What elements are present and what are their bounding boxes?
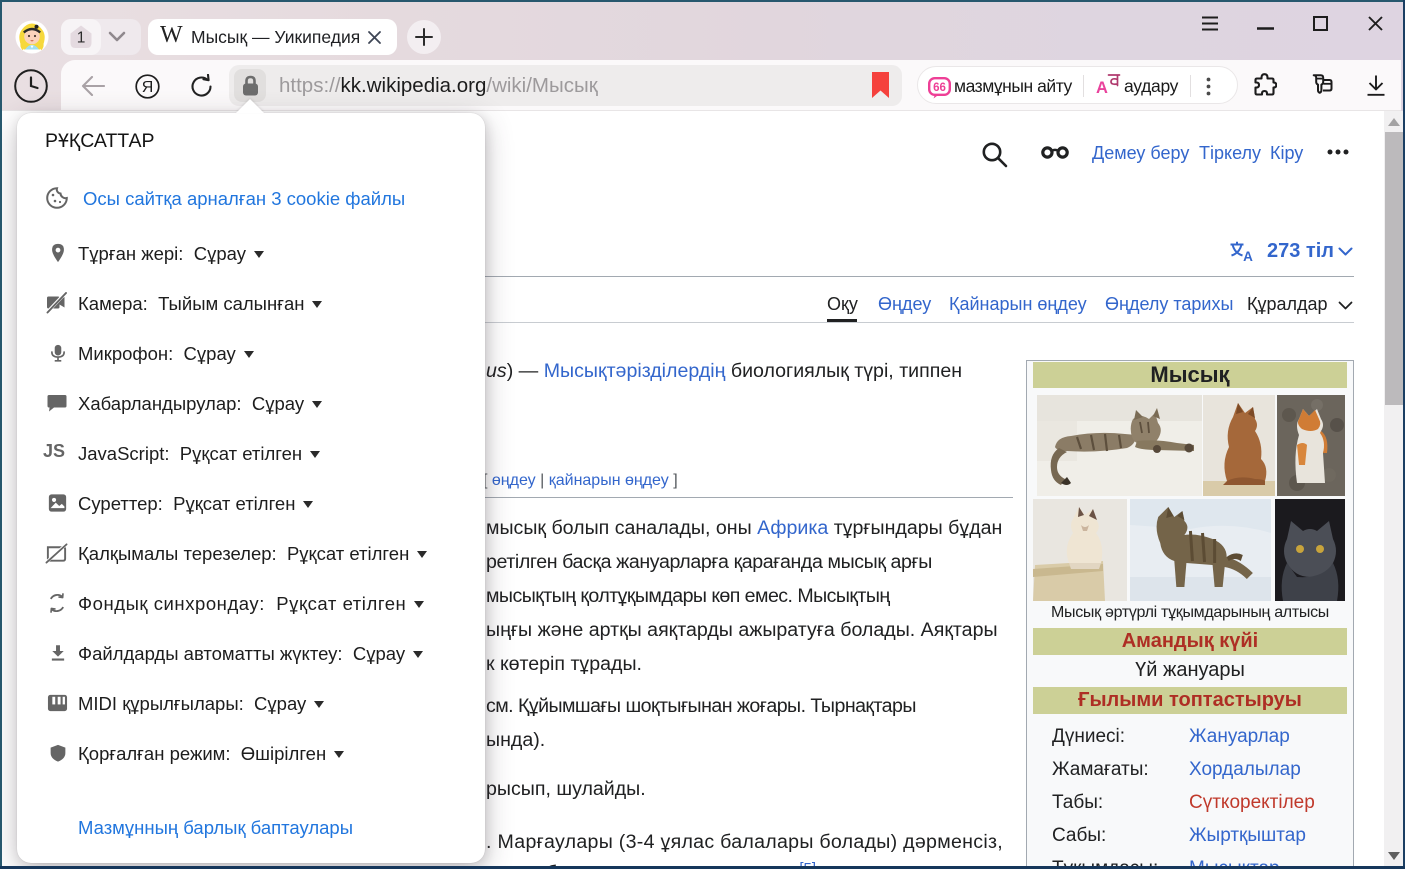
svg-text:1: 1 [77,30,86,47]
svg-text:Я: Я [142,79,154,96]
svg-text:66: 66 [933,82,946,94]
svg-text:A: A [1243,249,1253,262]
